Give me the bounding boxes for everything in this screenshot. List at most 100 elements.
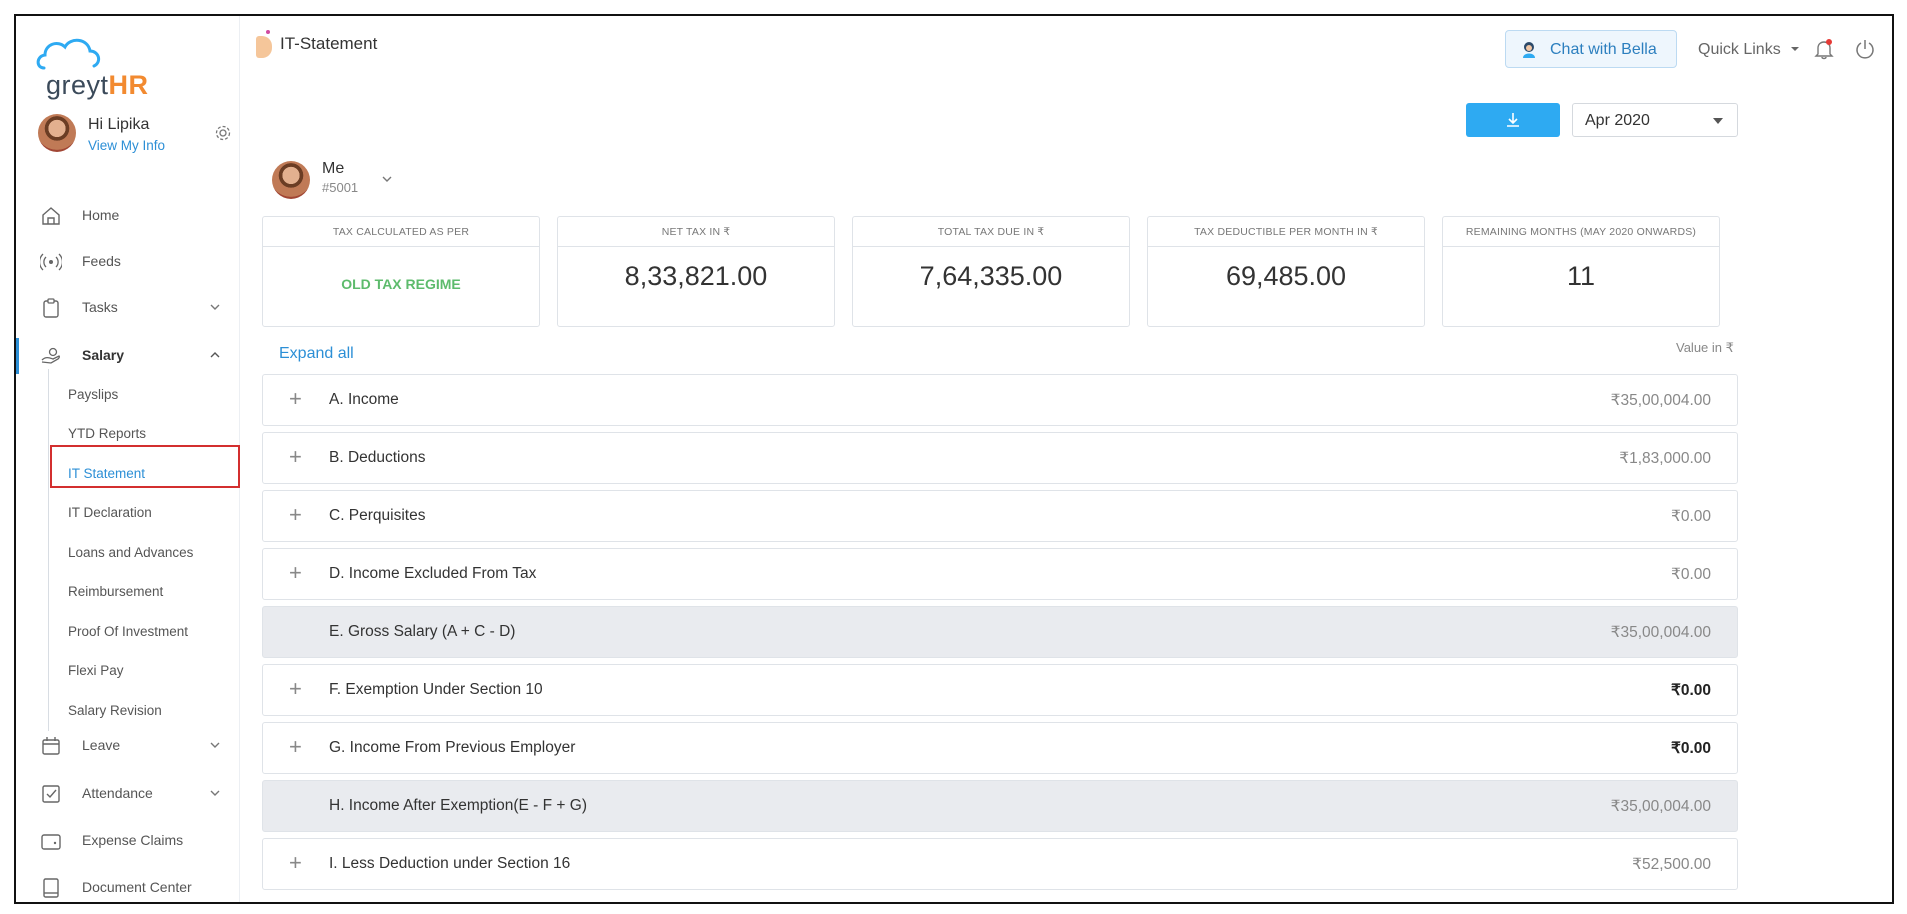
value-in-note: Value in ₹: [1676, 340, 1734, 355]
plus-icon[interactable]: +: [289, 678, 302, 700]
submenu-item-flexi-pay[interactable]: Flexi Pay: [68, 663, 124, 678]
card-value: 8,33,821.00: [624, 261, 768, 291]
header: IT-Statement Chat with Bella Quick Links: [240, 16, 1892, 74]
chat-label: Chat with Bella: [1550, 41, 1657, 58]
gear-icon[interactable]: [214, 124, 232, 142]
sidebar-item-feeds[interactable]: Feeds: [16, 244, 240, 280]
row-label: D. Income Excluded From Tax: [329, 565, 537, 582]
row-value: ₹1,83,000.00: [1619, 450, 1711, 467]
card-label: REMAINING MONTHS (MAY 2020 ONWARDS): [1443, 217, 1719, 247]
power-icon[interactable]: [1854, 38, 1876, 60]
plus-icon[interactable]: +: [289, 446, 302, 468]
row-previous-employer[interactable]: + G. Income From Previous Employer ₹0.00: [262, 722, 1738, 774]
download-button[interactable]: [1466, 103, 1560, 137]
feeds-icon: [40, 253, 62, 271]
sidebar-item-label: Tasks: [82, 299, 118, 315]
card-value: OLD TAX REGIME: [341, 276, 461, 292]
avatar[interactable]: [38, 114, 76, 152]
chevron-down-icon[interactable]: [208, 300, 222, 314]
view-my-info-link[interactable]: View My Info: [88, 138, 165, 153]
submenu-item-payslips[interactable]: Payslips: [68, 387, 118, 402]
employee-id: #5001: [322, 180, 359, 195]
row-value: ₹0.00: [1670, 740, 1711, 757]
row-label: I. Less Deduction under Section 16: [329, 855, 571, 872]
card-label: NET TAX IN ₹: [558, 217, 834, 247]
home-icon: [42, 207, 60, 225]
caret-down-icon: [1713, 118, 1723, 124]
row-value: ₹0.00: [1670, 566, 1711, 583]
row-deduction-section-16[interactable]: + I. Less Deduction under Section 16 ₹52…: [262, 838, 1738, 890]
month-select[interactable]: Apr 2020: [1572, 103, 1738, 137]
employee-switcher[interactable]: Me #5001: [272, 158, 412, 202]
submenu-item-it-statement[interactable]: IT Statement: [68, 466, 145, 481]
page-tag-icon: [256, 36, 272, 58]
expand-all-link[interactable]: Expand all: [279, 345, 354, 363]
row-deductions[interactable]: + B. Deductions ₹1,83,000.00: [262, 432, 1738, 484]
quick-links-dropdown[interactable]: Quick Links: [1698, 41, 1801, 59]
row-value: ₹35,00,004.00: [1610, 392, 1711, 409]
row-income[interactable]: + A. Income ₹35,00,004.00: [262, 374, 1738, 426]
logo-text: greytHR: [46, 70, 149, 100]
row-perquisites[interactable]: + C. Perquisites ₹0.00: [262, 490, 1738, 542]
card-value: 69,485.00: [1225, 261, 1347, 291]
sidebar-item-salary[interactable]: Salary: [16, 338, 240, 374]
plus-icon[interactable]: +: [289, 852, 302, 874]
plus-icon[interactable]: +: [289, 562, 302, 584]
submenu-item-it-declaration[interactable]: IT Declaration: [68, 505, 152, 520]
sidebar-item-label: Attendance: [82, 785, 153, 801]
document-icon: [43, 878, 59, 898]
plus-icon[interactable]: +: [289, 736, 302, 758]
cloud-icon: [36, 38, 101, 70]
card-value: 7,64,335.00: [919, 261, 1063, 291]
sidebar-item-tasks[interactable]: Tasks: [16, 290, 240, 326]
card-tax-regime: TAX CALCULATED AS PER OLD TAX REGIME: [262, 216, 540, 327]
submenu-line: [48, 369, 49, 731]
chevron-down-icon[interactable]: [380, 172, 394, 186]
download-icon: [1507, 113, 1519, 127]
sidebar-item-home[interactable]: Home: [16, 198, 240, 234]
chat-with-bella-button[interactable]: Chat with Bella: [1505, 30, 1677, 68]
page-title: IT-Statement: [280, 34, 378, 53]
plus-icon[interactable]: +: [289, 388, 302, 410]
submenu-item-ytd-reports[interactable]: YTD Reports: [68, 426, 146, 441]
quick-links-label: Quick Links: [1698, 41, 1781, 58]
month-select-value: Apr 2020: [1585, 112, 1650, 129]
chevron-down-icon[interactable]: [208, 738, 222, 752]
row-label: H. Income After Exemption(E - F + G): [329, 797, 587, 814]
tasks-icon: [43, 298, 59, 318]
card-label: TAX DEDUCTIBLE PER MONTH IN ₹: [1148, 217, 1424, 247]
row-label: G. Income From Previous Employer: [329, 739, 576, 756]
row-value: ₹0.00: [1670, 508, 1711, 525]
submenu-item-salary-revision[interactable]: Salary Revision: [68, 703, 162, 718]
sidebar: greytHR Hi Lipika View My Info Home Feed…: [16, 16, 240, 902]
wallet-icon: [41, 834, 61, 850]
card-remaining-months: REMAINING MONTHS (MAY 2020 ONWARDS) 11: [1442, 216, 1720, 327]
sidebar-item-leave[interactable]: Leave: [16, 728, 240, 764]
chevron-up-icon[interactable]: [208, 348, 222, 362]
submenu-item-loans-and-advances[interactable]: Loans and Advances: [68, 545, 193, 560]
attendance-icon: [42, 785, 60, 803]
sidebar-item-expense-claims[interactable]: Expense Claims: [16, 823, 240, 859]
employee-name: Me: [322, 160, 345, 177]
card-label: TAX CALCULATED AS PER: [263, 217, 539, 247]
user-greeting: Hi Lipika: [88, 116, 150, 133]
sidebar-item-label: Feeds: [82, 253, 121, 269]
bell-icon[interactable]: [1814, 38, 1834, 60]
row-value: ₹35,00,004.00: [1610, 624, 1711, 641]
card-value: 11: [1566, 261, 1596, 291]
greythr-logo[interactable]: greytHR: [36, 34, 176, 100]
sidebar-item-document-center[interactable]: Document Center: [16, 870, 240, 902]
row-value: ₹35,00,004.00: [1610, 798, 1711, 815]
row-gross-salary: E. Gross Salary (A + C - D) ₹35,00,004.0…: [262, 606, 1738, 658]
submenu-item-reimbursement[interactable]: Reimbursement: [68, 584, 163, 599]
row-label: A. Income: [329, 391, 399, 408]
plus-icon[interactable]: +: [289, 504, 302, 526]
chevron-down-icon[interactable]: [208, 786, 222, 800]
sidebar-item-attendance[interactable]: Attendance: [16, 776, 240, 812]
row-exemption-section-10[interactable]: + F. Exemption Under Section 10 ₹0.00: [262, 664, 1738, 716]
submenu-item-proof-of-investment[interactable]: Proof Of Investment: [68, 624, 188, 639]
row-income-excluded[interactable]: + D. Income Excluded From Tax ₹0.00: [262, 548, 1738, 600]
sidebar-item-label: Home: [82, 207, 120, 223]
row-label: E. Gross Salary (A + C - D): [329, 623, 516, 640]
row-label: C. Perquisites: [329, 507, 426, 524]
